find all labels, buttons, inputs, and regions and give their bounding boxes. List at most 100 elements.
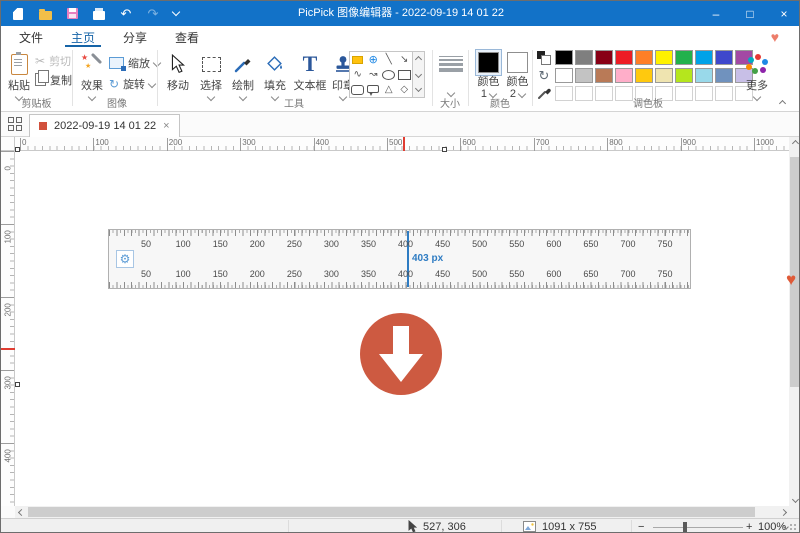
zoom-in-button[interactable]: + — [746, 519, 752, 533]
eyedropper-icon[interactable] — [538, 86, 551, 99]
shape-line-arrow[interactable]: ↘ — [397, 52, 413, 67]
open-folder-icon[interactable] — [38, 7, 52, 21]
quick-access-more-icon[interactable] — [172, 8, 180, 16]
minimize-button[interactable]: – — [699, 1, 733, 26]
tab-share[interactable]: 分享 — [117, 26, 153, 47]
maximize-button[interactable]: □ — [733, 1, 767, 26]
palette-swatch[interactable] — [555, 50, 573, 65]
ruler-label: 600 — [462, 138, 475, 147]
ruler-major-tick — [240, 138, 241, 151]
reset-colors-icon[interactable]: ↻ — [539, 69, 550, 82]
palette-swatch[interactable] — [595, 68, 613, 83]
palette-swatch[interactable] — [675, 50, 693, 65]
new-document-icon[interactable] — [11, 7, 25, 21]
ruler-tool-label: 550 — [505, 269, 529, 279]
shapes-scroll-up-icon[interactable] — [413, 52, 424, 67]
vertical-scrollbar[interactable] — [789, 137, 800, 506]
palette-swatch[interactable] — [715, 50, 733, 65]
cursor-position-icon — [408, 520, 417, 533]
palette-swatch[interactable] — [555, 68, 573, 83]
shape-crosshair-circle[interactable]: ⊕ — [366, 52, 382, 67]
save-icon[interactable] — [65, 7, 79, 21]
rotate-button[interactable]: ↻ 旋转 — [109, 76, 155, 91]
palette-swatch[interactable] — [575, 68, 593, 83]
redo-icon[interactable]: ↷ — [146, 7, 160, 21]
color1-button[interactable]: 颜色 1 — [475, 49, 502, 100]
undo-icon[interactable]: ↶ — [119, 7, 133, 21]
ruler-major-tick — [1, 297, 14, 298]
ruler-major-tick — [534, 138, 535, 151]
ruler-tool-label: 400 — [394, 269, 418, 279]
horizontal-scrollbar[interactable] — [15, 506, 789, 518]
resize-handle-top-left[interactable] — [15, 147, 20, 152]
palette-swatch[interactable] — [675, 68, 693, 83]
ruler-tool-label: 50 — [134, 269, 158, 279]
zoom-slider-thumb[interactable] — [683, 522, 687, 532]
shape-curve[interactable]: ∿ — [350, 67, 366, 82]
ruler-tool-label: 600 — [542, 239, 566, 249]
shapes-scroll-down-icon[interactable] — [413, 67, 424, 82]
vertical-ruler-cursor-marker — [1, 348, 15, 350]
heart-icon[interactable]: ♥ — [771, 29, 779, 45]
zoom-out-button[interactable]: − — [638, 519, 644, 533]
close-button[interactable]: × — [767, 1, 800, 26]
palette-swatch[interactable] — [715, 68, 733, 83]
download-arrow-badge — [359, 312, 443, 396]
palette-swatch[interactable] — [695, 68, 713, 83]
resize-button[interactable]: 缩放 — [109, 55, 160, 70]
tab-file[interactable]: 文件 — [13, 26, 49, 47]
palette-swatch[interactable] — [615, 68, 633, 83]
ruler-tool-label: 100 — [171, 269, 195, 279]
copy-button[interactable]: 复制 — [35, 72, 72, 87]
color1-swatch — [478, 52, 499, 73]
resize-handle-top-center[interactable] — [442, 147, 447, 152]
palette-swatch[interactable] — [595, 50, 613, 65]
tab-home[interactable]: 主页 — [65, 26, 101, 47]
palette-swatch[interactable] — [655, 68, 673, 83]
horizontal-scrollbar-thumb[interactable] — [28, 507, 755, 517]
ruler-tool-label: 700 — [616, 269, 640, 279]
resize-handle-left-middle[interactable] — [15, 382, 20, 387]
ruler-tool-label: 200 — [245, 239, 269, 249]
tools-group-label: 工具 — [162, 95, 426, 110]
palette-swatch[interactable] — [655, 50, 673, 65]
resize-icon — [109, 57, 124, 69]
shape-line[interactable]: ╲ — [381, 52, 397, 67]
scroll-up-icon[interactable] — [789, 137, 800, 150]
rectangle-icon — [398, 70, 411, 80]
scroll-left-icon[interactable] — [15, 506, 27, 519]
cut-button[interactable]: ✂ 剪切 — [35, 53, 71, 68]
palette-swatch[interactable] — [635, 50, 653, 65]
color2-button[interactable]: 颜色 2 — [504, 49, 531, 100]
more-colors-button[interactable]: 更多 — [743, 49, 771, 107]
document-tab[interactable]: 2022-09-19 14 01 22 × — [29, 114, 180, 137]
tab-view[interactable]: 查看 — [169, 26, 205, 47]
palette-swatch[interactable] — [615, 50, 633, 65]
palette-swatch[interactable] — [695, 50, 713, 65]
ruler-label: 800 — [609, 138, 622, 147]
ruler-major-tick — [1, 443, 14, 444]
swap-colors-icon[interactable] — [537, 51, 551, 65]
ruler-major-tick — [20, 138, 21, 151]
scroll-right-icon[interactable] — [777, 506, 789, 519]
paste-icon — [11, 54, 28, 75]
shape-rectangle[interactable] — [397, 67, 413, 82]
ruler-tool-label: 650 — [579, 269, 603, 279]
tab-close-icon[interactable]: × — [163, 120, 169, 132]
canvas[interactable]: ⚙ 403 px 5050100100150150200200250250300… — [15, 151, 789, 506]
color-dot — [755, 54, 761, 60]
palette-swatch[interactable] — [635, 68, 653, 83]
shape-curve-arrow[interactable]: ↝ — [366, 67, 382, 82]
ruler-tool-label: 100 — [171, 239, 195, 249]
window-list-icon[interactable] — [8, 117, 22, 131]
collapse-ribbon-icon[interactable] — [777, 99, 787, 107]
shape-ellipse[interactable] — [381, 67, 397, 82]
print-icon[interactable] — [92, 7, 106, 21]
resize-grip[interactable] — [790, 524, 798, 532]
zoom-slider-track[interactable] — [653, 527, 743, 528]
shape-highlight-rect[interactable] — [350, 52, 366, 67]
palette-swatch[interactable] — [575, 50, 593, 65]
zoom-level[interactable]: 100% — [758, 519, 786, 533]
scroll-down-icon[interactable] — [789, 493, 800, 506]
document-icon — [39, 122, 47, 130]
